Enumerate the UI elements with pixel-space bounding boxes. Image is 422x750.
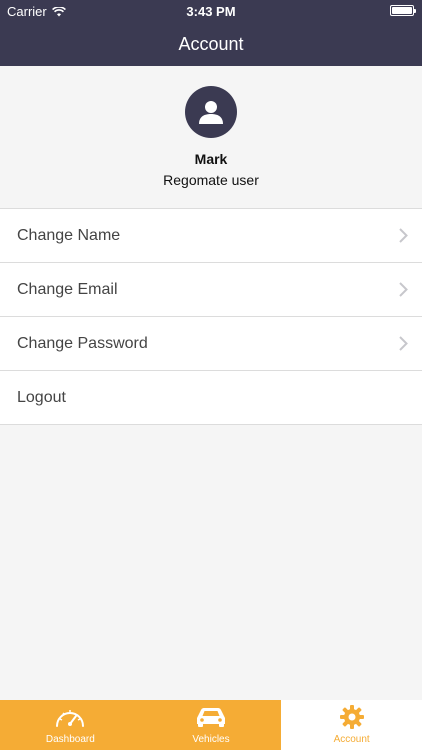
gear-icon	[339, 703, 365, 731]
account-menu: Change Name Change Email Change Password…	[0, 208, 422, 425]
tab-vehicles[interactable]: Vehicles	[140, 700, 282, 750]
tab-bar: Dashboard Vehicles Account	[0, 700, 422, 750]
battery-icon	[390, 5, 416, 16]
tab-dashboard[interactable]: Dashboard	[0, 700, 141, 750]
profile-role: Regomate user	[163, 172, 259, 188]
change-email-item[interactable]: Change Email	[0, 263, 422, 317]
carrier-label: Carrier	[7, 4, 47, 19]
chevron-right-icon	[399, 282, 408, 297]
avatar	[185, 86, 237, 138]
speedometer-icon	[54, 703, 86, 731]
profile-header: Mark Regomate user	[0, 66, 422, 208]
nav-bar: Account	[0, 22, 422, 66]
car-icon	[194, 703, 228, 731]
chevron-right-icon	[399, 336, 408, 351]
chevron-right-icon	[399, 228, 408, 243]
menu-item-label: Logout	[17, 388, 66, 406]
menu-item-label: Change Email	[17, 280, 118, 298]
tab-account[interactable]: Account	[281, 700, 422, 750]
status-bar: Carrier 3:43 PM	[0, 0, 422, 22]
logout-item[interactable]: Logout	[0, 371, 422, 425]
status-left: Carrier	[7, 4, 66, 19]
tab-label: Dashboard	[45, 734, 95, 745]
page-title: Account	[178, 33, 244, 54]
tab-label: Vehicles	[192, 734, 230, 745]
tab-label: Account	[333, 734, 370, 745]
change-name-item[interactable]: Change Name	[0, 209, 422, 263]
menu-item-label: Change Name	[17, 226, 121, 244]
change-password-item[interactable]: Change Password	[0, 317, 422, 371]
wifi-icon	[51, 6, 66, 16]
menu-item-label: Change Password	[17, 334, 148, 352]
profile-name: Mark	[194, 151, 228, 167]
user-icon	[199, 101, 223, 124]
